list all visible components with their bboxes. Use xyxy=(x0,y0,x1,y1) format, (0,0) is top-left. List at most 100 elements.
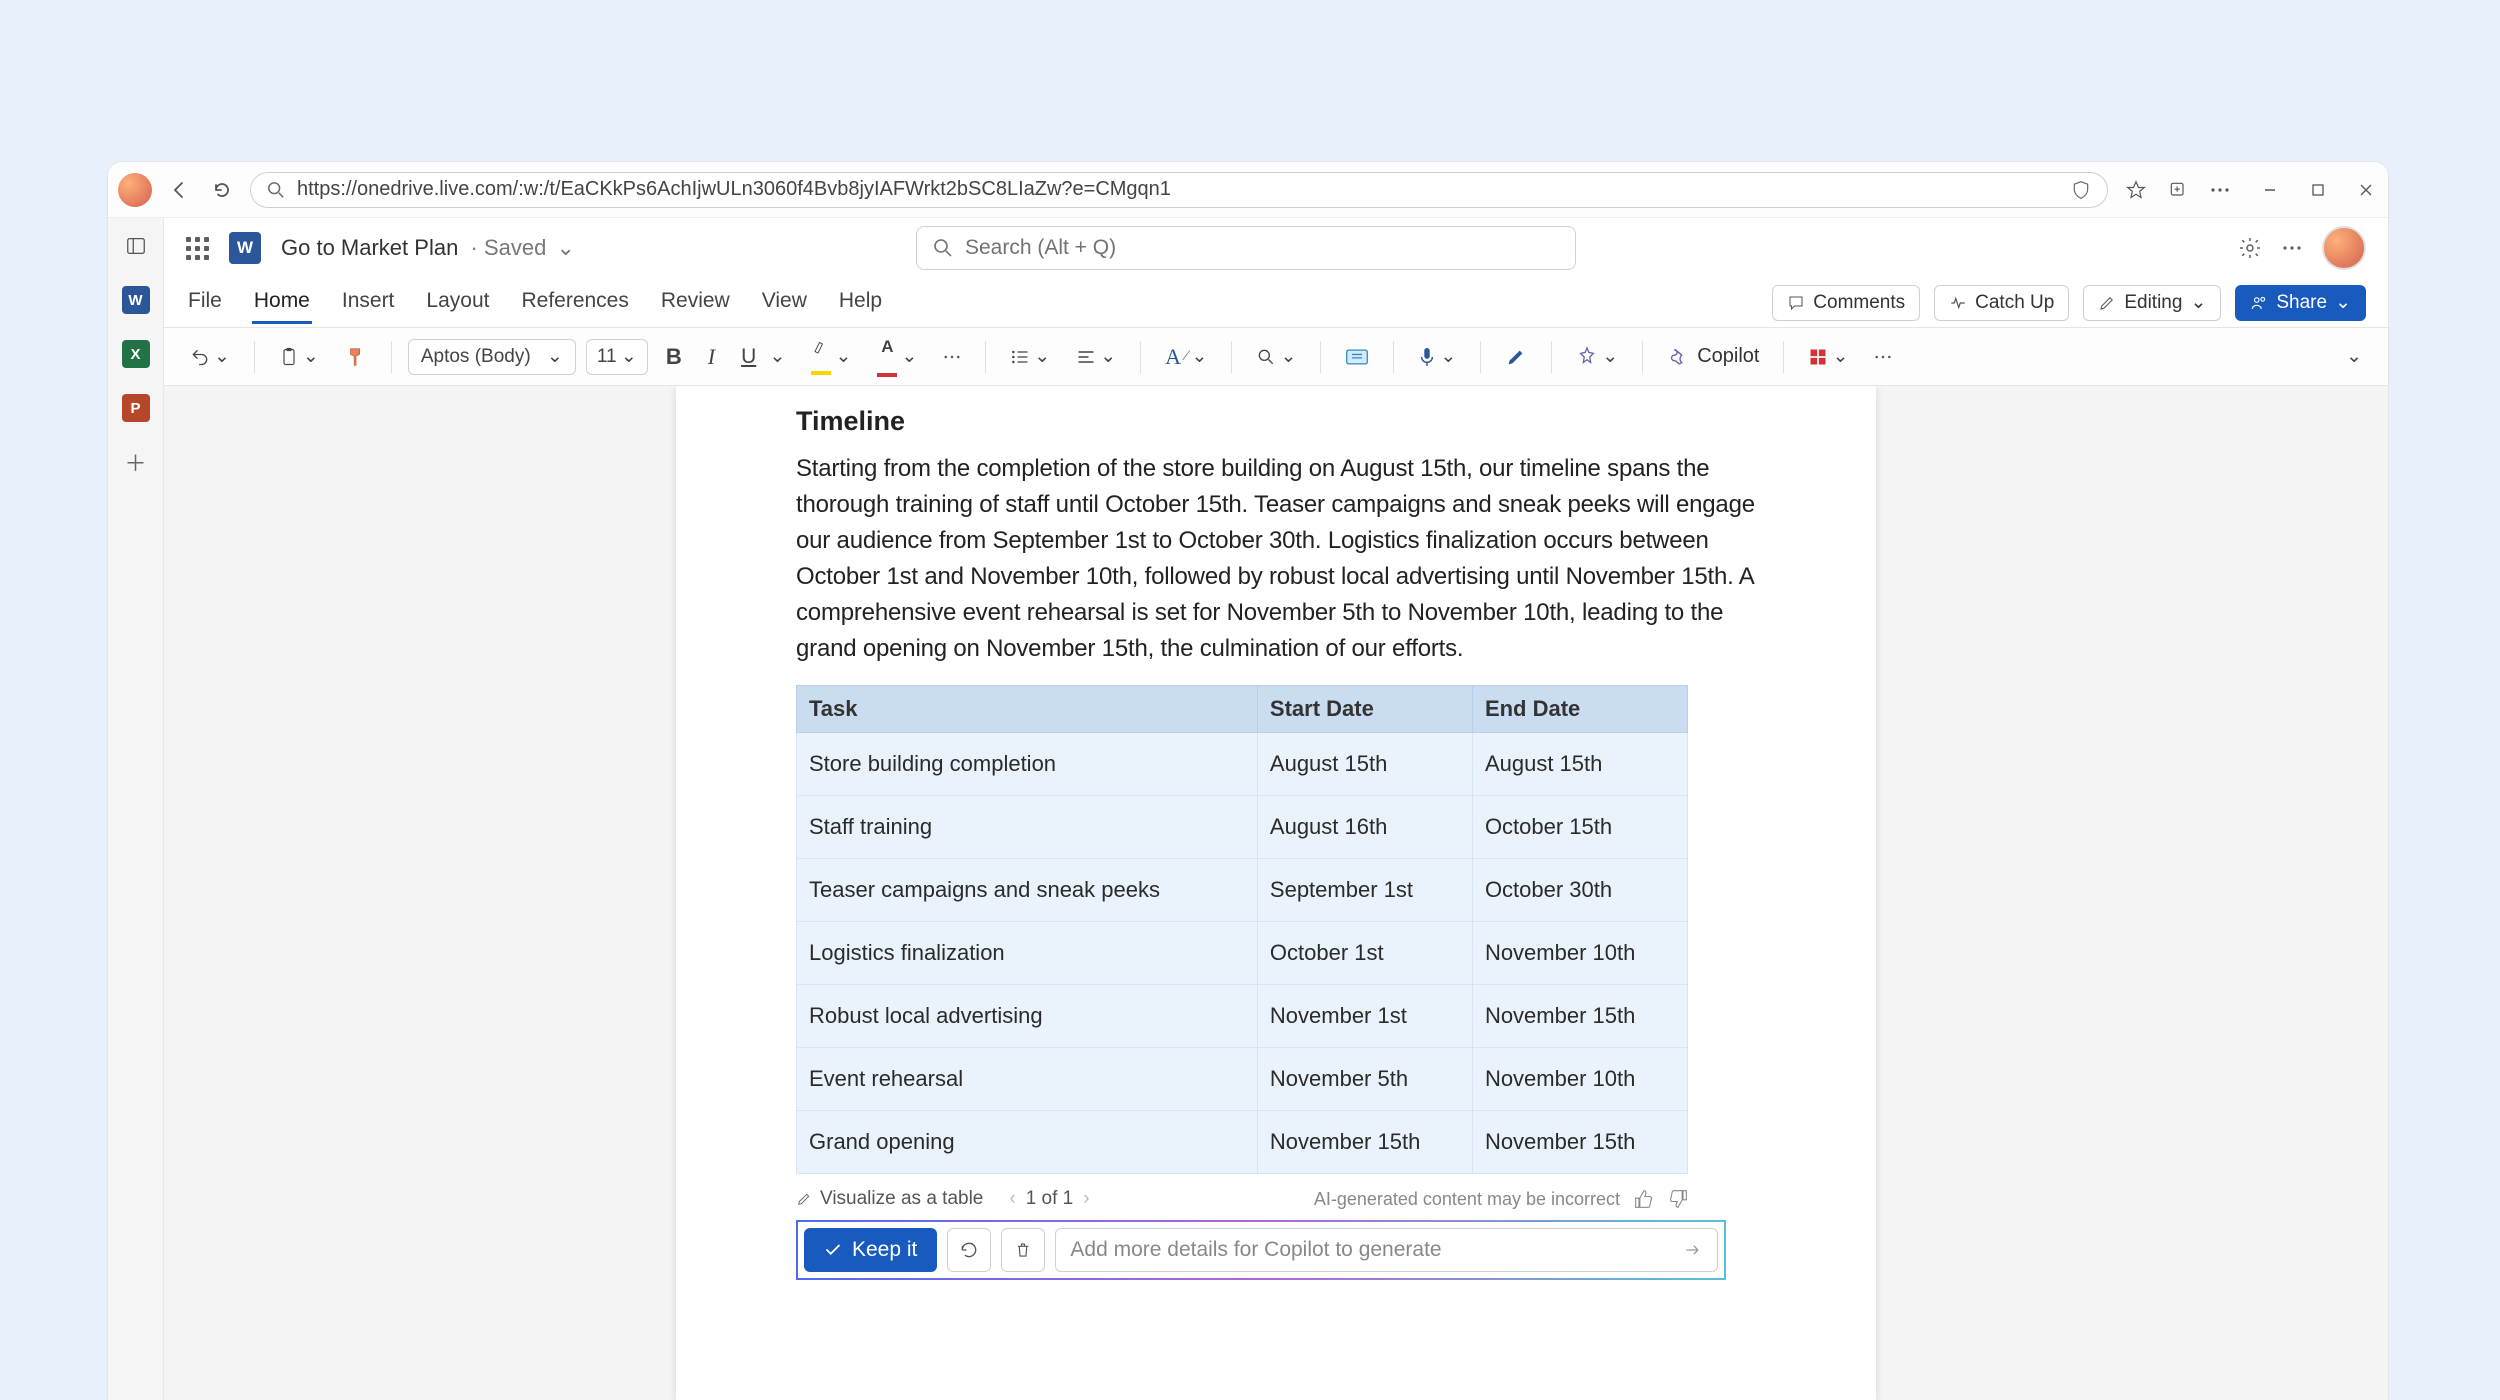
send-icon[interactable] xyxy=(1683,1240,1703,1260)
table-row: Staff trainingAugust 16thOctober 15th xyxy=(797,796,1688,859)
collections-icon[interactable] xyxy=(2164,176,2192,204)
copilot-button[interactable]: Copilot xyxy=(1659,339,1767,375)
tab-insert[interactable]: Insert xyxy=(340,281,397,324)
italic-button[interactable]: I xyxy=(700,339,723,375)
maximize-button[interactable] xyxy=(2306,178,2330,202)
undo-button[interactable]: ⌄ xyxy=(182,339,238,375)
profile-avatar[interactable] xyxy=(118,173,152,207)
thumbs-down-button[interactable] xyxy=(1668,1189,1688,1209)
ribbon-toolbar: ⌄ ⌄ Aptos (Body)⌄ 11⌄ B I U ⌄ ⌄ A⌄ ⌄ ⌄ A… xyxy=(164,328,2388,386)
table-header: End Date xyxy=(1472,686,1687,733)
next-page-button[interactable]: › xyxy=(1077,1188,1095,1210)
prev-page-button[interactable]: ‹ xyxy=(1003,1188,1021,1210)
editing-mode-button[interactable]: Editing ⌄ xyxy=(2083,285,2221,321)
comment-icon xyxy=(1787,294,1805,312)
tab-review[interactable]: Review xyxy=(659,281,732,324)
add-app-button[interactable]: ＋ xyxy=(118,444,154,480)
pane-toggle-icon[interactable] xyxy=(118,228,154,264)
window-controls xyxy=(2258,178,2378,202)
close-button[interactable] xyxy=(2354,178,2378,202)
tab-help[interactable]: Help xyxy=(837,281,884,324)
header-more-icon[interactable] xyxy=(2282,245,2302,251)
table-cell: October 30th xyxy=(1472,859,1687,922)
regenerate-button[interactable] xyxy=(947,1228,991,1272)
chevron-down-icon: ⌄ xyxy=(770,345,786,368)
chevron-down-icon: ⌄ xyxy=(1832,345,1848,368)
format-painter-button[interactable] xyxy=(337,339,375,375)
dictate-button[interactable]: ⌄ xyxy=(1410,339,1464,375)
document-page: Timeline Starting from the completion of… xyxy=(676,386,1876,1400)
font-selector[interactable]: Aptos (Body)⌄ xyxy=(408,339,576,375)
styles-button[interactable]: A⁄⌄ xyxy=(1157,339,1215,375)
thumbs-up-button[interactable] xyxy=(1634,1189,1654,1209)
people-icon xyxy=(2250,294,2268,312)
bullets-button[interactable]: ⌄ xyxy=(1002,339,1058,375)
pencil-icon xyxy=(2098,294,2116,312)
minimize-button[interactable] xyxy=(2258,178,2282,202)
user-avatar[interactable] xyxy=(2322,226,2366,270)
favorites-icon[interactable] xyxy=(2122,176,2150,204)
title-bar: W Go to Market Plan · Saved ⌄ Search (Al… xyxy=(164,218,2388,278)
align-button[interactable]: ⌄ xyxy=(1068,339,1124,375)
tab-file[interactable]: File xyxy=(186,281,224,324)
copilot-icon xyxy=(1667,346,1689,368)
chevron-down-icon: ⌄ xyxy=(835,345,851,368)
back-button[interactable] xyxy=(166,176,194,204)
paste-button[interactable]: ⌄ xyxy=(271,339,327,375)
find-button[interactable]: ⌄ xyxy=(1248,339,1304,375)
settings-icon[interactable] xyxy=(2238,236,2262,260)
tab-view[interactable]: View xyxy=(760,281,809,324)
word-app-icon[interactable]: W xyxy=(118,282,154,318)
table-cell: August 15th xyxy=(1472,733,1687,796)
add-ins-button[interactable]: ⌄ xyxy=(1800,339,1856,375)
share-button[interactable]: Share ⌄ xyxy=(2235,285,2366,321)
powerpoint-app-icon[interactable]: P xyxy=(118,390,154,426)
chevron-down-icon: ⌄ xyxy=(2335,291,2351,314)
excel-app-icon[interactable]: X xyxy=(118,336,154,372)
doc-name: Go to Market Plan xyxy=(281,235,458,260)
word-logo: W xyxy=(229,232,261,264)
designer-button[interactable]: ⌄ xyxy=(1568,339,1626,375)
catchup-button[interactable]: Catch Up xyxy=(1934,285,2069,321)
font-color-button[interactable]: A⌄ xyxy=(869,339,925,375)
shield-icon[interactable] xyxy=(2071,180,2091,200)
table-cell: October 15th xyxy=(1472,796,1687,859)
underline-button[interactable]: U ⌄ xyxy=(733,339,793,375)
font-size-selector[interactable]: 11⌄ xyxy=(586,339,648,375)
comments-button[interactable]: Comments xyxy=(1772,285,1920,321)
highlight-button[interactable]: ⌄ xyxy=(803,339,859,375)
browser-more-icon[interactable] xyxy=(2206,176,2234,204)
bold-button[interactable]: B xyxy=(658,339,690,375)
chevron-down-icon: ⌄ xyxy=(1100,345,1116,368)
tab-layout[interactable]: Layout xyxy=(424,281,491,324)
document-title[interactable]: Go to Market Plan · Saved ⌄ xyxy=(281,235,575,261)
table-cell: Store building completion xyxy=(797,733,1258,796)
keep-it-button[interactable]: Keep it xyxy=(804,1228,937,1272)
doc-paragraph: Starting from the completion of the stor… xyxy=(796,451,1756,667)
table-cell: Event rehearsal xyxy=(797,1048,1258,1111)
editor-button[interactable] xyxy=(1497,339,1535,375)
app-launcher-icon[interactable] xyxy=(186,237,209,260)
pager-text: 1 of 1 xyxy=(1026,1188,1074,1210)
refresh-button[interactable] xyxy=(208,176,236,204)
ribbon-tabs: File Home Insert Layout References Review View… xyxy=(164,278,2388,328)
font-more-button[interactable] xyxy=(935,339,969,375)
save-status: Saved xyxy=(484,235,546,260)
table-cell: August 16th xyxy=(1257,796,1472,859)
immersive-reader-button[interactable] xyxy=(1337,339,1377,375)
tab-home[interactable]: Home xyxy=(252,281,312,324)
document-canvas[interactable]: Timeline Starting from the completion of… xyxy=(164,386,2388,1400)
table-cell: November 10th xyxy=(1472,922,1687,985)
address-bar[interactable]: https://onedrive.live.com/:w:/t/EaCKkPs6… xyxy=(250,172,2108,208)
search-input[interactable]: Search (Alt + Q) xyxy=(916,226,1576,270)
ai-disclaimer: AI-generated content may be incorrect xyxy=(1314,1189,1620,1210)
ribbon-collapse-button[interactable]: ⌄ xyxy=(2338,339,2370,375)
table-header: Task xyxy=(797,686,1258,733)
chevron-down-icon: ⌄ xyxy=(901,345,917,368)
tab-references[interactable]: References xyxy=(519,281,630,324)
copilot-action-bar: Keep it Add more details for Copilot to … xyxy=(796,1220,1726,1280)
discard-button[interactable] xyxy=(1001,1228,1045,1272)
ribbon-more-button[interactable] xyxy=(1866,339,1900,375)
chevron-down-icon: ⌄ xyxy=(2346,345,2362,368)
copilot-input[interactable]: Add more details for Copilot to generate xyxy=(1055,1228,1718,1272)
